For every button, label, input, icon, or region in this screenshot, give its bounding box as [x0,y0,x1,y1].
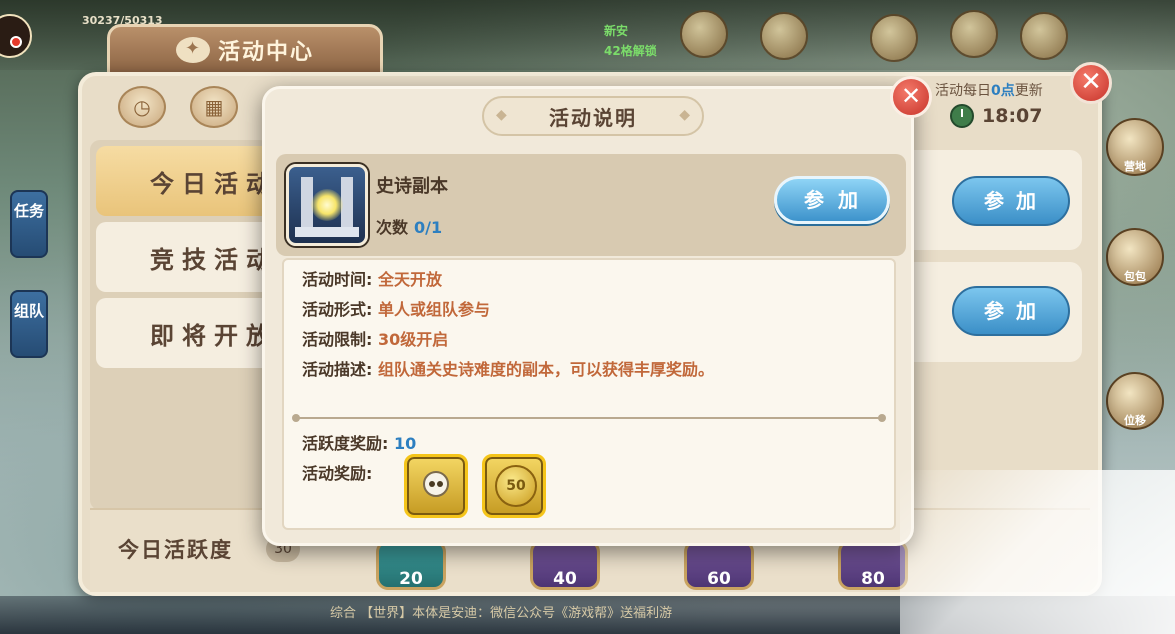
hud-green-text-2: 42格解锁 [604,44,657,58]
info-label: 活动描述: [302,360,373,379]
row-join-button[interactable]: 参加 [952,286,1070,336]
refresh-note-prefix: 活动每日 [935,83,991,99]
milestone-chest[interactable]: 40 [530,540,600,590]
clock-filter-icon[interactable]: ◷ [118,86,166,128]
section-divider [292,414,886,422]
side-button-move[interactable]: 位移 [1106,372,1164,430]
info-row-description: 活动描述: 组队通关史诗难度的副本，可以获得丰厚奖励。 [302,356,714,380]
hud-green-text-1: 新安 [604,24,629,38]
calendar-icon[interactable]: ▦ [190,86,238,128]
chat-bar[interactable]: 综合 【世界】本体是安迪：微信公众号《游戏帮》送福利游 [0,596,1175,634]
info-label: 活动时间: [302,270,373,289]
hud-function-icon[interactable] [680,10,728,58]
side-tab-quest[interactable]: 任务 [10,190,48,258]
countdown-timer: 18:07 [950,104,1042,128]
gold-coin-icon: 50 [495,465,537,507]
refresh-note: 活动每日0点更新 [935,80,1043,100]
hud-function-icon[interactable] [1020,12,1068,60]
reward-item[interactable] [404,454,468,518]
hud-function-icon[interactable] [760,12,808,60]
dialog-title: 活动说明 [549,105,637,130]
info-row-time: 活动时间: 全天开放 [302,266,442,290]
refresh-note-suffix: 更新 [1014,83,1043,99]
count-label: 次数 [376,218,409,237]
timer-value: 18:07 [982,105,1043,127]
dialog-title-frame: 活动说明 [482,96,704,136]
notification-dot [10,36,22,48]
hud-function-icon[interactable] [950,10,998,58]
side-button-bag[interactable]: 包包 [1106,228,1164,286]
hud-function-icon[interactable] [870,14,918,62]
info-value: 单人或组队参与 [377,300,490,319]
info-row-form: 活动形式: 单人或组队参与 [302,296,490,320]
count-value: 0/1 [414,218,443,237]
info-value: 全天开放 [377,270,442,289]
row-join-button[interactable]: 参加 [952,176,1070,226]
refresh-note-highlight: 0点 [991,83,1015,99]
info-value: 30级开启 [377,330,449,349]
milestone-chest[interactable]: 80 [838,540,908,590]
close-activity-center-button[interactable]: ✕ [1070,62,1112,104]
info-value: 组队通关史诗难度的副本，可以获得丰厚奖励。 [377,360,714,379]
daily-activity-label: 今日活跃度 [118,538,233,562]
activity-points-row: 活跃度奖励: 10 [302,430,416,454]
activity-name: 史诗副本 [376,176,448,197]
activity-points-value: 10 [393,434,417,453]
info-label: 活动限制: [302,330,373,349]
activity-center-title-tab: 活动中心 [107,24,383,76]
epic-dungeon-icon [286,164,368,246]
skull-token-icon [423,471,449,497]
reward-item[interactable]: 50 [482,454,546,518]
activity-count: 次数 0/1 [376,214,442,238]
activity-center-title: 活动中心 [217,40,314,65]
timer-clock-icon [950,104,974,128]
rewards-label: 活动奖励: [302,464,373,483]
side-tab-team[interactable]: 组队 [10,290,48,358]
close-dialog-button[interactable]: ✕ [890,76,932,118]
activity-points-label: 活跃度奖励: [302,434,389,453]
activity-emblem-icon [175,37,210,63]
join-button[interactable]: 参加 [774,176,890,224]
milestone-chest[interactable]: 60 [684,540,754,590]
milestone-chest[interactable]: 20 [376,540,446,590]
info-label: 活动形式: [302,300,373,319]
side-button-camp[interactable]: 营地 [1106,118,1164,176]
info-row-limit: 活动限制: 30级开启 [302,326,448,350]
